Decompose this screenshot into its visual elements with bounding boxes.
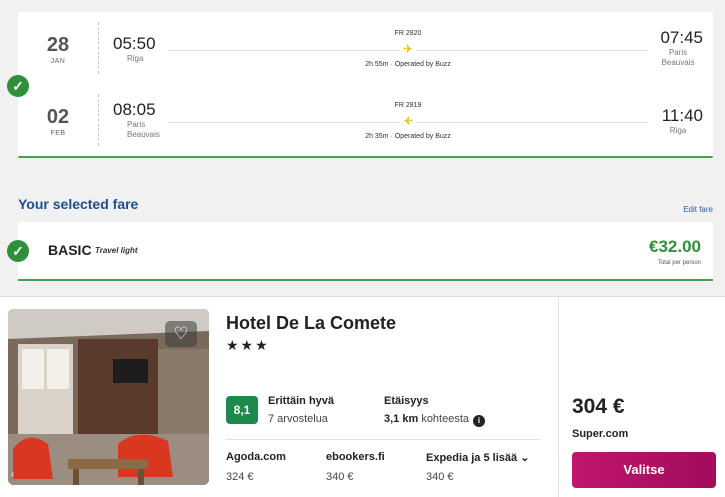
best-price-supplier: Super.com — [572, 428, 629, 440]
plane-icon: ✈ — [400, 42, 417, 56]
fare-price-note: Total per person — [657, 260, 701, 266]
arrival-city: Riga — [669, 126, 687, 135]
rating-score-badge: 8,1 — [226, 396, 258, 424]
departure-airport: Beauvais — [127, 130, 160, 139]
provider-more-dropdown[interactable]: Expedia ja 5 lisää ⌄ — [426, 451, 529, 464]
provider-name[interactable]: ebookers.fi — [326, 451, 385, 463]
selected-fare-card: BASIC Travel light €32.00 Total per pers… — [18, 222, 713, 281]
flight-duration: 2h 55m · Operated by Buzz — [365, 61, 451, 68]
best-price: 304 € — [572, 395, 625, 418]
departure-time: 08:05 — [113, 100, 156, 119]
fare-name: BASIC — [48, 242, 92, 258]
divider — [98, 94, 99, 146]
arrival-airport: Beauvais — [661, 58, 695, 67]
provider-price[interactable]: 324 € — [226, 471, 254, 483]
review-count[interactable]: 7 arvostelua — [268, 413, 328, 425]
info-icon[interactable]: i — [473, 415, 486, 427]
check-icon: ✓ — [7, 75, 29, 97]
distance-suffix: kohteesta — [421, 413, 470, 425]
divider — [226, 439, 540, 440]
date-month: JAN — [50, 58, 66, 65]
selected-fare-heading: Your selected fare — [18, 196, 139, 212]
flight-duration: 2h 35m · Operated by Buzz — [365, 133, 451, 140]
date-month: FEB — [50, 130, 66, 137]
departure: 08:05 Paris Beauvais — [113, 100, 173, 140]
divider — [98, 22, 99, 74]
hotel-name[interactable]: Hotel De La Comete — [226, 313, 396, 334]
provider-price[interactable]: 340 € — [326, 471, 354, 483]
favorite-heart-icon[interactable]: ♡ — [165, 321, 197, 347]
fare-price: €32.00 — [649, 237, 701, 256]
flight-route: FR 2819 ✈ 2h 35m · Operated by Buzz — [168, 94, 648, 144]
flight-summary-card: 28 JAN 05:50 Riga FR 2820 ✈ 2h 55m · Ope… — [18, 12, 713, 158]
date-day: 28 — [46, 34, 70, 56]
divider — [558, 297, 559, 497]
departure: 05:50 Riga — [113, 34, 173, 64]
flight-leg-outbound: 28 JAN 05:50 Riga FR 2820 ✈ 2h 55m · Ope… — [18, 22, 713, 82]
arrival: 07:45 Paris Beauvais — [633, 28, 703, 68]
hotel-card[interactable]: ♡ ‹ Hotel De La Comete ★★★ 8,1 Erittäin … — [0, 296, 725, 497]
flight-number: FR 2820 — [394, 30, 422, 37]
arrival-time: 11:40 — [661, 106, 703, 125]
fare-tag: Travel light — [95, 246, 138, 255]
plane-icon: ✈ — [400, 114, 417, 128]
provider-price[interactable]: 340 € — [426, 471, 454, 483]
distance-value: 3,1 km kohteesta i — [384, 413, 486, 427]
provider-name: Expedia ja 5 lisää — [426, 452, 518, 464]
arrival-time: 07:45 — [660, 28, 703, 47]
hotel-photo[interactable]: ♡ ‹ — [8, 309, 209, 485]
departure-city: Paris — [127, 120, 146, 129]
distance-km: 3,1 km — [384, 413, 419, 425]
departure-time: 05:50 — [113, 34, 156, 53]
edit-fare-link[interactable]: Edit fare — [683, 205, 713, 214]
departure-date: 28 JAN — [18, 34, 98, 65]
flight-leg-inbound: 02 FEB 08:05 Paris Beauvais FR 2819 ✈ 2h… — [18, 94, 713, 154]
flight-number: FR 2819 — [394, 102, 422, 109]
provider-name[interactable]: Agoda.com — [226, 451, 286, 463]
date-day: 02 — [46, 106, 70, 128]
select-hotel-button[interactable]: Valitse — [572, 452, 716, 488]
hotel-stars: ★★★ — [226, 337, 270, 353]
flight-route: FR 2820 ✈ 2h 55m · Operated by Buzz — [168, 22, 648, 72]
check-icon: ✓ — [7, 240, 29, 262]
arrival: 11:40 Riga — [633, 106, 703, 136]
return-date: 02 FEB — [18, 106, 98, 137]
distance-label: Etäisyys — [384, 395, 429, 407]
chevron-left-icon[interactable]: ‹ — [11, 469, 14, 480]
departure-city: Riga — [127, 54, 144, 63]
chevron-down-icon: ⌄ — [520, 452, 530, 464]
arrival-city: Paris — [668, 48, 688, 57]
rating-text: Erittäin hyvä — [268, 395, 335, 407]
